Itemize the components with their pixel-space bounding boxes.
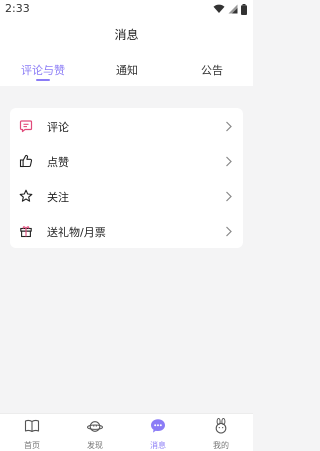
thumbs-up-icon [19,154,33,168]
nav-label: 首页 [24,441,40,450]
tab-comments-and-likes[interactable]: 评论与赞 [21,62,65,78]
nav-label: 发现 [87,441,103,450]
menu-item-label: 评论 [47,121,69,134]
status-time: 2:33 [5,2,30,15]
nav-label: 消息 [150,441,166,450]
chevron-right-icon [226,226,232,237]
menu-item-label: 点赞 [47,156,69,169]
nav-profile[interactable]: 我的 [201,418,241,450]
comment-icon [19,120,33,133]
cellular-signal-icon [228,4,238,14]
menu-item-likes[interactable]: 点赞 [10,144,243,179]
wifi-icon [213,4,225,14]
message-icon [151,419,165,433]
nav-discover[interactable]: 发现 [75,418,115,450]
bottom-navigation: 首页 发现 消息 我的 [0,413,253,451]
nav-home[interactable]: 首页 [12,418,52,450]
menu-item-follows[interactable]: 关注 [10,179,243,214]
page-title: 消息 [114,28,139,42]
message-category-card: 评论 点赞 关注 送礼物/月票 [10,108,243,248]
menu-item-label: 关注 [47,191,69,204]
planet-icon [87,421,103,432]
nav-label: 我的 [213,441,229,450]
tab-announcements[interactable]: 公告 [201,62,223,78]
battery-icon [241,3,247,15]
nav-messages[interactable]: 消息 [138,418,178,450]
app-bar: 消息 [0,18,253,52]
menu-item-label: 送礼物/月票 [47,226,106,239]
chevron-right-icon [226,121,232,132]
active-tab-indicator [36,79,50,81]
system-icons [213,3,247,15]
menu-item-gifts-monthly-tickets[interactable]: 送礼物/月票 [10,214,243,249]
gift-icon [20,226,32,238]
book-icon [24,419,40,433]
tab-notifications[interactable]: 通知 [116,62,138,78]
menu-item-comments[interactable]: 评论 [10,109,243,144]
status-bar: 2:33 [0,0,253,18]
bunny-icon [215,418,227,434]
chevron-right-icon [226,191,232,202]
star-icon [19,189,33,202]
chevron-right-icon [226,156,232,167]
